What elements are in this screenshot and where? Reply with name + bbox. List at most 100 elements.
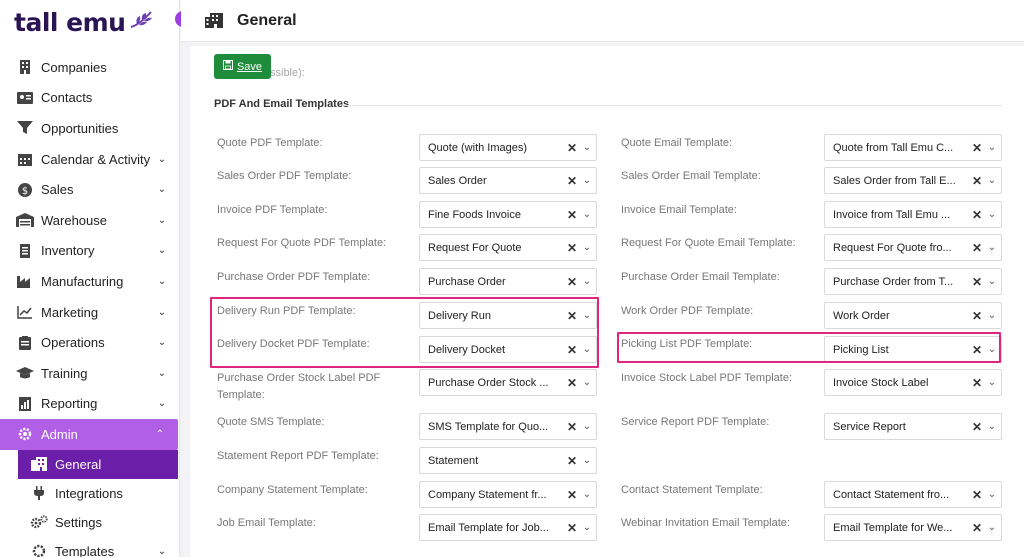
clear-icon[interactable]: ✕	[971, 241, 983, 255]
chevron-down-icon[interactable]: ⌄	[983, 209, 1001, 220]
quote-email-template-select[interactable]: Quote from Tall Emu C... ✕ ⌄	[824, 134, 1002, 161]
invoice-pdf-template-select[interactable]: Fine Foods Invoice ✕ ⌄	[419, 201, 597, 228]
sidebar-subitem-settings[interactable]: Settings	[0, 508, 179, 537]
chevron-down-icon[interactable]: ⌄	[578, 242, 596, 253]
sidebar-item-label: Contacts	[41, 90, 93, 106]
request-for-quote-email-template-select[interactable]: Request For Quote fro... ✕ ⌄	[824, 234, 1002, 261]
sidebar-item-manufacturing[interactable]: Manufacturing ⌄	[0, 266, 179, 297]
clear-icon[interactable]: ✕	[971, 174, 983, 188]
chevron-down-icon[interactable]: ⌄	[983, 421, 1001, 432]
chevron-down-icon[interactable]: ⌄	[578, 175, 596, 186]
clear-icon[interactable]: ✕	[971, 420, 983, 434]
clear-icon[interactable]: ✕	[971, 521, 983, 535]
select-value: Email Template for Job...	[428, 521, 549, 534]
sidebar-item-label: General	[55, 456, 102, 472]
clear-icon[interactable]: ✕	[566, 141, 578, 155]
chevron-down-icon[interactable]: ⌄	[578, 276, 596, 287]
chevron-down-icon[interactable]: ⌄	[983, 522, 1001, 533]
clear-icon[interactable]: ✕	[971, 376, 983, 390]
sales-order-email-template-select[interactable]: Sales Order from Tall E... ✕ ⌄	[824, 167, 1002, 194]
service-report-pdf-template-select[interactable]: Service Report ✕ ⌄	[824, 413, 1002, 440]
clear-icon[interactable]: ✕	[566, 208, 578, 222]
sidebar-item-warehouse[interactable]: Warehouse ⌄	[0, 205, 179, 236]
statement-report-pdf-template-select[interactable]: Statement ✕ ⌄	[419, 447, 597, 474]
field-label: Invoice PDF Template:	[217, 204, 328, 216]
company-statement-template-select[interactable]: Company Statement fr... ✕ ⌄	[419, 481, 597, 508]
save-button[interactable]: Save	[214, 54, 271, 79]
chevron-down-icon[interactable]: ⌄	[578, 489, 596, 500]
sales-order-pdf-template-select[interactable]: Sales Order ✕ ⌄	[419, 167, 597, 194]
clear-icon[interactable]: ✕	[971, 208, 983, 222]
clear-icon[interactable]: ✕	[971, 275, 983, 289]
purchase-order-email-template-select[interactable]: Purchase Order from T... ✕ ⌄	[824, 268, 1002, 295]
sidebar-item-marketing[interactable]: Marketing ⌄	[0, 297, 179, 328]
field-label: Work Order PDF Template:	[621, 305, 754, 317]
clear-icon[interactable]: ✕	[566, 376, 578, 390]
leaf-logo-icon	[129, 9, 155, 36]
sidebar-item-inventory[interactable]: Inventory ⌄	[0, 236, 179, 267]
sidebar-item-training[interactable]: Training ⌄	[0, 358, 179, 389]
chevron-down-icon[interactable]: ⌄	[578, 142, 596, 153]
field-label: Webinar Invitation Email Template:	[621, 517, 790, 529]
clear-icon[interactable]: ✕	[971, 309, 983, 323]
clear-icon[interactable]: ✕	[566, 521, 578, 535]
chevron-down-icon[interactable]: ⌄	[983, 276, 1001, 287]
chevron-down-icon[interactable]: ⌄	[578, 455, 596, 466]
sidebar-item-operations[interactable]: Operations ⌄	[0, 327, 179, 358]
sidebar-item-reporting[interactable]: Reporting ⌄	[0, 389, 179, 420]
clear-icon[interactable]: ✕	[566, 420, 578, 434]
sidebar-item-admin[interactable]: Admin ⌃	[0, 419, 178, 450]
select-value: Statement	[428, 454, 479, 467]
clear-icon[interactable]: ✕	[566, 275, 578, 289]
select-value: Fine Foods Invoice	[428, 208, 521, 221]
chevron-down-icon[interactable]: ⌄	[578, 522, 596, 533]
invoice-stock-label-pdf-template-select[interactable]: Invoice Stock Label ✕ ⌄	[824, 369, 1002, 396]
chevron-down-icon[interactable]: ⌄	[983, 310, 1001, 321]
clear-icon[interactable]: ✕	[566, 488, 578, 502]
tall-emu-logo[interactable]: tall emu	[14, 6, 155, 38]
select-value: Request For Quote fro...	[833, 241, 952, 254]
chevron-down-icon[interactable]: ⌄	[578, 421, 596, 432]
job-email-template-select[interactable]: Email Template for Job... ✕ ⌄	[419, 514, 597, 541]
clear-icon[interactable]: ✕	[971, 488, 983, 502]
invoice-email-template-select[interactable]: Invoice from Tall Emu ... ✕ ⌄	[824, 201, 1002, 228]
contact-statement-template-select[interactable]: Contact Statement fro... ✕ ⌄	[824, 481, 1002, 508]
clear-icon[interactable]: ✕	[566, 241, 578, 255]
section-title: PDF And Email Templates	[214, 98, 350, 110]
chevron-down-icon[interactable]: ⌄	[983, 175, 1001, 186]
clear-icon[interactable]: ✕	[566, 454, 578, 468]
sidebar-item-sales[interactable]: $ Sales ⌄	[0, 174, 179, 205]
dollar-icon: $	[16, 182, 34, 198]
request-for-quote-pdf-template-select[interactable]: Request For Quote ✕ ⌄	[419, 234, 597, 261]
webinar-invitation-email-template-select[interactable]: Email Template for We... ✕ ⌄	[824, 514, 1002, 541]
field-label: Job Email Template:	[217, 517, 316, 529]
plug-icon	[30, 485, 48, 501]
clear-icon[interactable]: ✕	[971, 141, 983, 155]
sidebar-subitem-templates[interactable]: Templates ⌄	[0, 537, 179, 557]
sidebar-item-calendar-activity[interactable]: Calendar & Activity ⌄	[0, 144, 179, 175]
select-value: Company Statement fr...	[428, 488, 547, 501]
chevron-down-icon[interactable]: ⌄	[578, 209, 596, 220]
clear-icon[interactable]: ✕	[566, 174, 578, 188]
chevron-down-icon[interactable]: ⌄	[983, 489, 1001, 500]
chevron-down-icon[interactable]: ⌄	[578, 377, 596, 388]
sidebar-item-companies[interactable]: Companies	[0, 52, 179, 83]
field-label: Invoice Email Template:	[621, 204, 737, 216]
chevron-down-icon[interactable]: ⌄	[983, 377, 1001, 388]
sidebar-item-contacts[interactable]: Contacts	[0, 83, 179, 114]
quote-pdf-template-select[interactable]: Quote (with Images) ✕ ⌄	[419, 134, 597, 161]
sidebar-item-opportunities[interactable]: Opportunities	[0, 113, 179, 144]
chart-line-icon	[16, 304, 34, 320]
sidebar-item-label: Inventory	[41, 243, 95, 259]
sidebar-nav: Companies Contacts Opportunities Calenda…	[0, 52, 179, 557]
purchase-order-stock-label-pdf-template-select[interactable]: Purchase Order Stock ... ✕ ⌄	[419, 369, 597, 396]
sidebar-subitem-general[interactable]: General	[18, 449, 178, 479]
chevron-down-icon[interactable]: ⌄	[983, 242, 1001, 253]
purchase-order-pdf-template-select[interactable]: Purchase Order ✕ ⌄	[419, 268, 597, 295]
chevron-down-icon[interactable]: ⌄	[983, 142, 1001, 153]
report-icon	[16, 396, 34, 412]
quote-sms-template-select[interactable]: SMS Template for Quo... ✕ ⌄	[419, 413, 597, 440]
select-value: Invoice from Tall Emu ...	[833, 208, 951, 221]
sidebar-subitem-integrations[interactable]: Integrations	[0, 479, 179, 508]
work-order-pdf-template-select[interactable]: Work Order ✕ ⌄	[824, 302, 1002, 329]
